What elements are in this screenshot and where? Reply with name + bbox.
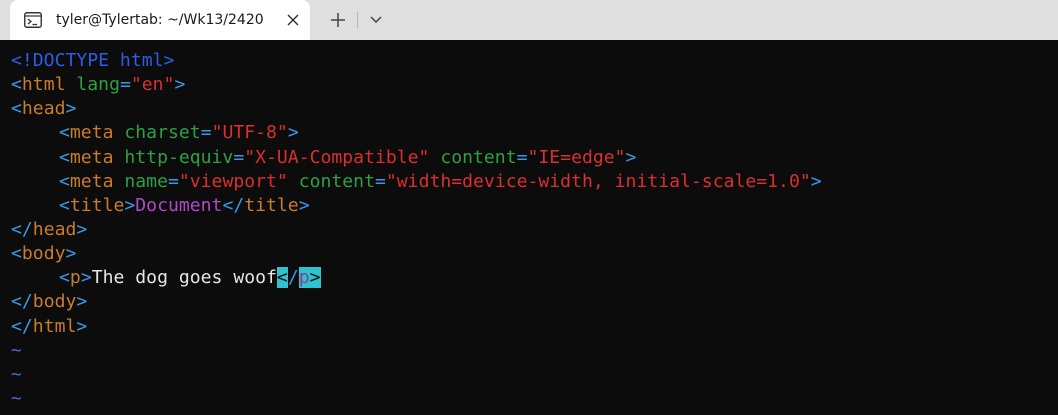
code-line: </head> bbox=[11, 218, 88, 240]
attribute-value: "IE=edge" bbox=[527, 146, 626, 168]
cursor-highlight: < bbox=[276, 267, 288, 289]
tag-name: head bbox=[32, 218, 77, 240]
tag-name: body bbox=[32, 291, 77, 313]
tag-name: meta bbox=[69, 122, 114, 144]
tag-name: html bbox=[21, 74, 66, 96]
code-line: <meta name="viewport" content="width=dev… bbox=[59, 170, 822, 192]
tag-name: head bbox=[21, 98, 66, 120]
tag-name: html bbox=[32, 315, 77, 337]
code-buffer: <!DOCTYPE html> <html lang="en"> <head> … bbox=[11, 49, 822, 411]
tab-separator bbox=[357, 12, 358, 28]
tag-name: body bbox=[21, 243, 66, 265]
attribute-name: charset bbox=[124, 122, 201, 144]
code-line: <head> bbox=[11, 98, 77, 120]
chevron-down-icon[interactable] bbox=[366, 11, 386, 29]
code-line: <title>Document</title> bbox=[59, 194, 310, 216]
attribute-name: lang bbox=[76, 74, 120, 96]
terminal-output[interactable]: <!DOCTYPE html> <html lang="en"> <head> … bbox=[0, 40, 1058, 415]
match-highlight: p bbox=[298, 267, 310, 289]
empty-line-marker: ~ bbox=[11, 339, 22, 361]
code-line: <meta http-equiv="X-UA-Compatible" conte… bbox=[59, 146, 637, 168]
terminal-icon bbox=[24, 12, 42, 28]
attribute-value: "X-UA-Compatible" bbox=[244, 146, 430, 168]
attribute-value: "viewport" bbox=[178, 170, 288, 192]
code-line: <html lang="en"> bbox=[11, 74, 186, 96]
tag-name: p bbox=[69, 267, 81, 289]
tag-name: title bbox=[69, 194, 125, 216]
code-line: <p>The dog goes woof</p> bbox=[59, 267, 321, 289]
terminal-tab[interactable]: tyler@Tylertab: ~/Wk13/2420 bbox=[10, 0, 310, 40]
empty-line-marker: ~ bbox=[11, 363, 22, 385]
attribute-name: content bbox=[298, 170, 375, 192]
match-highlight: > bbox=[309, 267, 321, 289]
empty-line-marker: ~ bbox=[11, 387, 22, 409]
tag-name: title bbox=[244, 194, 299, 216]
attribute-value: "width=device-width, initial-scale=1.0" bbox=[385, 170, 811, 192]
attribute-name: content bbox=[440, 146, 517, 168]
code-line: </html> bbox=[11, 315, 88, 337]
plus-icon[interactable] bbox=[328, 10, 348, 30]
code-line: <!DOCTYPE html> bbox=[11, 49, 822, 73]
paragraph-text: The dog goes woof bbox=[91, 267, 277, 289]
code-line: <body> bbox=[11, 243, 77, 265]
tab-bar: tyler@Tylertab: ~/Wk13/2420 bbox=[0, 0, 1058, 40]
close-icon[interactable] bbox=[287, 14, 299, 26]
title-text: Document bbox=[135, 194, 223, 216]
attribute-value: "UTF-8" bbox=[211, 122, 288, 144]
code-line: </body> bbox=[11, 291, 88, 313]
tag-name: meta bbox=[69, 170, 114, 192]
code-line: <meta charset="UTF-8"> bbox=[59, 122, 299, 144]
tag-name: meta bbox=[69, 146, 114, 168]
attribute-name: name bbox=[124, 170, 168, 192]
attribute-value: "en" bbox=[130, 74, 175, 96]
tab-title: tyler@Tylertab: ~/Wk13/2420 bbox=[56, 12, 264, 28]
attribute-name: http-equiv bbox=[124, 146, 234, 168]
doctype-text: <!DOCTYPE html> bbox=[11, 50, 175, 71]
